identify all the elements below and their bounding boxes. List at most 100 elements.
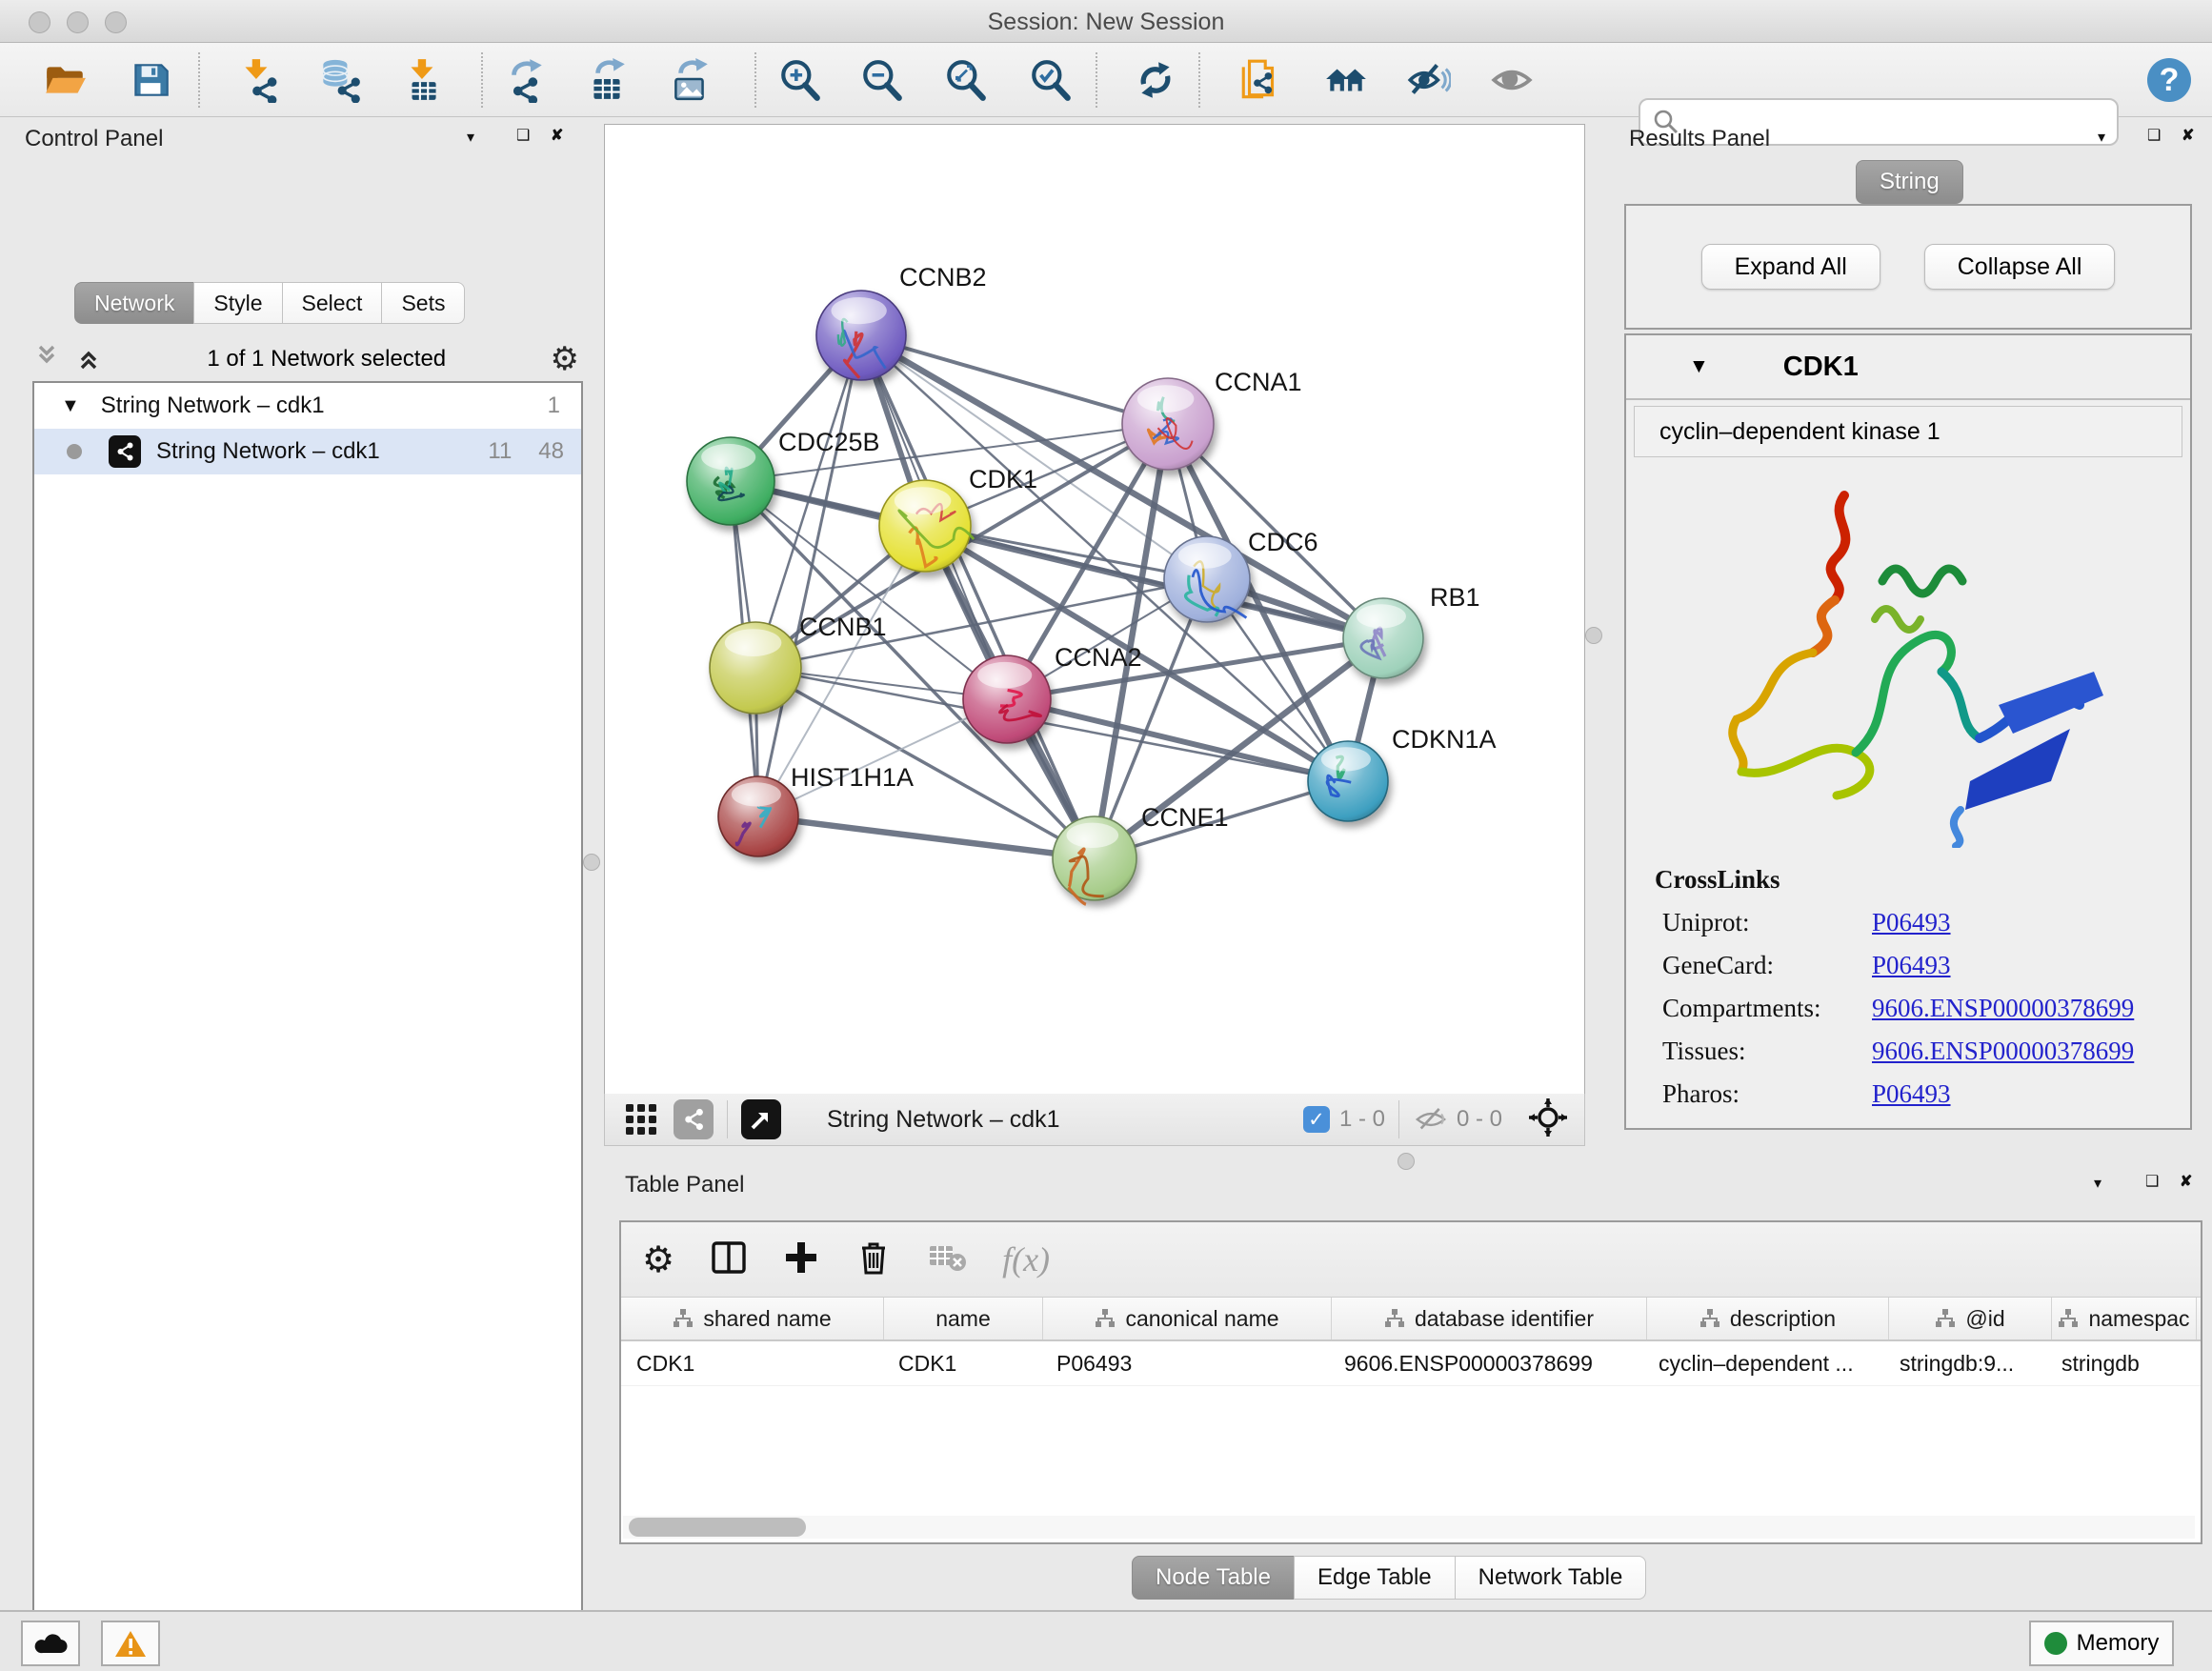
tab-network[interactable]: Network	[74, 282, 194, 324]
network-node-CCNB2[interactable]	[816, 291, 906, 380]
hide-selected-button[interactable]	[1404, 56, 1452, 104]
home-networks-button[interactable]	[1322, 56, 1370, 104]
protein-collapse-icon[interactable]: ▼	[1689, 355, 1709, 378]
results-panel-float-icon[interactable]: ❑	[2147, 126, 2161, 145]
export-image-button[interactable]	[666, 56, 714, 104]
warnings-button[interactable]	[101, 1621, 160, 1666]
crosslink-link[interactable]: P06493	[1872, 1079, 1951, 1109]
column-header-canonical-name[interactable]: canonical name	[1043, 1298, 1332, 1339]
main-toolbar: ?	[0, 43, 2212, 117]
control-panel-menu-icon[interactable]: ▾	[467, 128, 474, 147]
results-panel-close-icon[interactable]: ✘	[2182, 126, 2194, 145]
fit-content-target-icon[interactable]	[1527, 1097, 1569, 1143]
results-panel-menu-icon[interactable]: ▾	[2098, 128, 2105, 147]
table-panel-menu-icon[interactable]: ▾	[2094, 1174, 2101, 1193]
crosslink-row: Pharos:P06493	[1662, 1079, 2190, 1109]
table-cell[interactable]: 9606.ENSP00000378699	[1329, 1341, 1643, 1385]
network-node-HIST1H1A[interactable]	[718, 776, 798, 856]
crosslink-label: Uniprot:	[1662, 908, 1872, 937]
tab-style[interactable]: Style	[193, 282, 282, 324]
crosslink-link[interactable]: P06493	[1872, 908, 1951, 937]
table-cell[interactable]: P06493	[1041, 1341, 1329, 1385]
crosslink-link[interactable]: 9606.ENSP00000378699	[1872, 994, 2134, 1023]
open-session-button[interactable]	[41, 56, 89, 104]
network-node-RB1[interactable]	[1343, 598, 1423, 678]
expand-all-button[interactable]: Expand All	[1701, 244, 1880, 290]
export-table-button[interactable]	[583, 56, 631, 104]
duplicate-network-button[interactable]	[1237, 56, 1284, 104]
network-node-CDC6[interactable]	[1164, 536, 1250, 622]
network-options-gear-icon[interactable]: ⚙	[551, 340, 579, 378]
add-column-icon[interactable]	[781, 1238, 821, 1282]
network-edge-HIST1H1A-CCNE1[interactable]	[758, 816, 1095, 858]
network-node-CDC25B[interactable]	[687, 437, 774, 525]
splitter-handle[interactable]	[1585, 627, 1602, 644]
table-cell[interactable]: CDK1	[883, 1341, 1041, 1385]
crosslink-link[interactable]: 9606.ENSP00000378699	[1872, 1037, 2134, 1066]
column-header-database-identifier[interactable]: database identifier	[1332, 1298, 1647, 1339]
table-options-gear-icon[interactable]: ⚙	[642, 1238, 674, 1280]
import-network-from-database-button[interactable]	[314, 56, 362, 104]
collapse-all-networks-icon[interactable]	[32, 341, 61, 378]
column-header-namespac[interactable]: namespac	[2052, 1298, 2197, 1339]
cloud-status-button[interactable]	[21, 1621, 80, 1666]
table-panel-close-icon[interactable]: ✘	[2180, 1172, 2192, 1191]
crosslink-link[interactable]: P06493	[1872, 951, 1951, 980]
memory-button[interactable]: Memory	[2029, 1621, 2174, 1666]
scrollbar-thumb[interactable]	[629, 1518, 806, 1537]
table-row[interactable]: CDK1CDK1P064939606.ENSP00000378699cyclin…	[621, 1341, 2201, 1386]
zoom-out-button[interactable]	[858, 56, 906, 104]
show-all-button[interactable]	[1488, 56, 1536, 104]
network-node-CCNB1[interactable]	[710, 622, 801, 714]
tab-edge-table[interactable]: Edge Table	[1294, 1556, 1456, 1600]
protein-card-header[interactable]: ▼ CDK1	[1626, 335, 2190, 400]
network-node-CCNA1[interactable]	[1122, 378, 1214, 470]
network-edge-CCNA2-CDKN1A[interactable]	[1007, 699, 1348, 781]
network-edge-CCNB2-HIST1H1A[interactable]	[758, 335, 861, 816]
help-button[interactable]: ?	[2145, 56, 2193, 104]
export-network-button[interactable]	[501, 56, 549, 104]
network-edge-CCNB2-CCNA1[interactable]	[861, 335, 1168, 424]
tab-string[interactable]: String	[1856, 160, 1963, 204]
network-row[interactable]: String Network – cdk1 11 48	[34, 429, 581, 474]
table-cell[interactable]: cyclin–dependent ...	[1643, 1341, 1884, 1385]
collapse-all-button[interactable]: Collapse All	[1924, 244, 2116, 290]
import-network-button[interactable]	[234, 56, 282, 104]
column-header-shared-name[interactable]: shared name	[621, 1298, 884, 1339]
zoom-in-button[interactable]	[776, 56, 824, 104]
column-header-description[interactable]: description	[1647, 1298, 1889, 1339]
network-node-CCNE1[interactable]	[1053, 816, 1136, 904]
expand-all-networks-icon[interactable]	[74, 341, 103, 378]
column-header--id[interactable]: @id	[1889, 1298, 2052, 1339]
network-graph[interactable]: CCNB2CCNA1CDC25BCDK1CDC6RB1CCNB1CCNA2CDK…	[605, 125, 1584, 1095]
zoom-fit-button[interactable]	[942, 56, 990, 104]
delete-column-icon[interactable]	[854, 1238, 894, 1282]
string-view-badge-icon[interactable]	[674, 1099, 714, 1139]
splitter-handle[interactable]	[583, 854, 600, 871]
network-node-CCNA2[interactable]	[963, 655, 1051, 743]
table-cell[interactable]: stringdb	[2046, 1341, 2190, 1385]
tab-sets[interactable]: Sets	[381, 282, 465, 324]
control-panel-close-icon[interactable]: ✘	[551, 126, 563, 145]
table-cell[interactable]: CDK1	[621, 1341, 883, 1385]
birdseye-view-icon[interactable]	[741, 1099, 781, 1139]
apply-layout-button[interactable]	[1132, 56, 1179, 104]
network-collection-row[interactable]: ▼ String Network – cdk1 1	[34, 383, 581, 429]
selected-checkbox-icon[interactable]: ✓	[1303, 1106, 1330, 1133]
show-columns-icon[interactable]	[709, 1238, 749, 1282]
table-panel-float-icon[interactable]: ❑	[2145, 1172, 2159, 1191]
tab-select[interactable]: Select	[282, 282, 383, 324]
collection-expand-icon[interactable]: ▼	[61, 395, 80, 417]
network-node-CDKN1A[interactable]	[1308, 741, 1388, 821]
save-session-button[interactable]	[127, 56, 174, 104]
control-panel-float-icon[interactable]: ❑	[516, 126, 530, 145]
table-horizontal-scrollbar[interactable]	[623, 1516, 2195, 1539]
tab-node-table[interactable]: Node Table	[1132, 1556, 1295, 1600]
table-cell[interactable]: stringdb:9...	[1884, 1341, 2046, 1385]
network-canvas[interactable]: CCNB2CCNA1CDC25BCDK1CDC6RB1CCNB1CCNA2CDK…	[604, 124, 1585, 1096]
tab-network-table[interactable]: Network Table	[1455, 1556, 1647, 1600]
zoom-selected-button[interactable]	[1027, 56, 1075, 104]
grid-view-icon[interactable]	[622, 1098, 660, 1141]
import-table-button[interactable]	[399, 56, 447, 104]
column-header-name[interactable]: name	[884, 1298, 1043, 1339]
